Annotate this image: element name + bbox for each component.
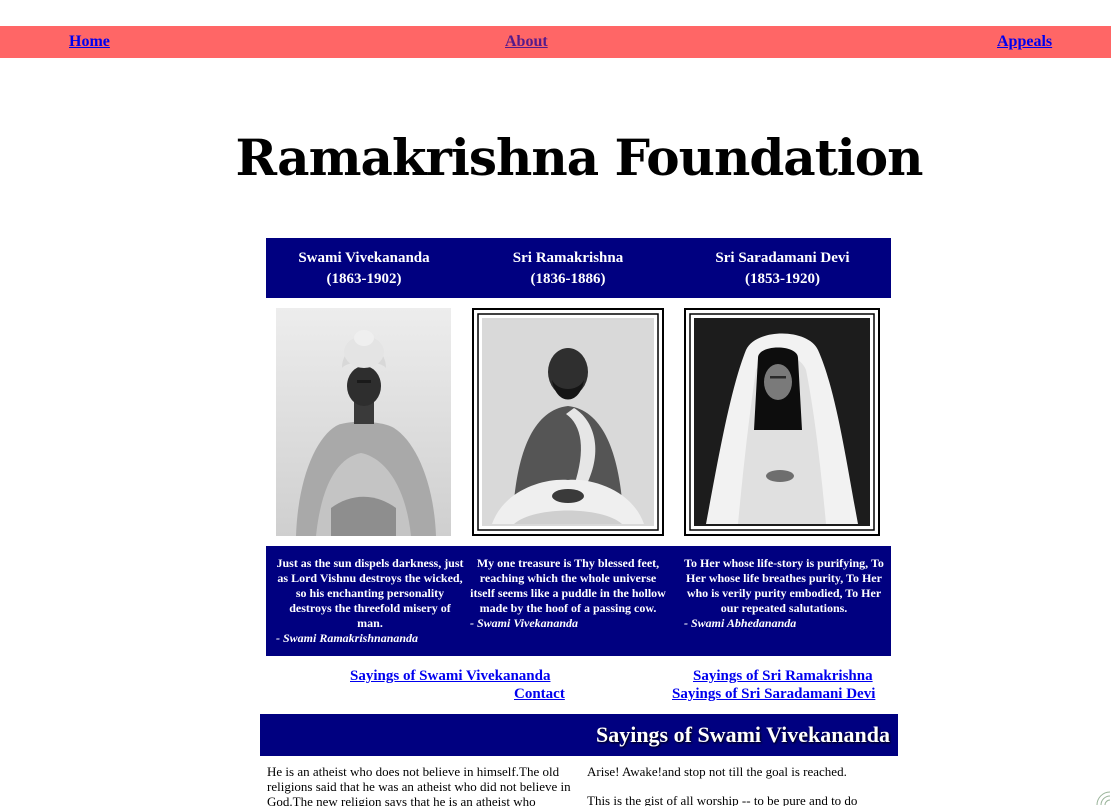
figure-name-ramakrishna: Sri Ramakrishna (1836-1886)	[468, 248, 668, 290]
figure-years: (1853-1920)	[745, 271, 820, 287]
quote-text: My one treasure is Thy blessed feet, rea…	[470, 556, 666, 615]
saradamani-devi-portrait-image	[684, 308, 880, 536]
link-sayings-ramakrishna[interactable]: Sayings of Sri Ramakrishna	[693, 667, 873, 685]
vivekananda-portrait-image	[276, 308, 451, 536]
site-title: Ramakrishna Foundation	[235, 128, 923, 187]
quote-text: To Her whose life-story is purifying, To…	[684, 556, 884, 615]
quote-ramakrishna: My one treasure is Thy blessed feet, rea…	[470, 556, 666, 631]
quote-text: Just as the sun dispels darkness, just a…	[276, 556, 464, 630]
saradamani-devi-portrait-icon	[686, 310, 878, 534]
nav-link-home[interactable]: Home	[69, 33, 110, 51]
sayings-section-heading: Sayings of Swami Vivekananda	[595, 722, 890, 747]
figure-years: (1863-1902)	[326, 271, 402, 287]
link-contact[interactable]: Contact	[514, 685, 565, 703]
saying-paragraph: This is the gist of all worship -- to be…	[587, 793, 858, 806]
figure-name-saradamani-devi: Sri Saradamani Devi (1853-1920)	[681, 248, 884, 290]
nav-link-appeals[interactable]: Appeals	[997, 33, 1052, 51]
nav-link-about[interactable]: About	[505, 33, 548, 51]
resize-grip-icon[interactable]	[1093, 788, 1111, 806]
sayings-section-header: Sayings of Swami Vivekananda	[260, 714, 898, 756]
quote-attribution: - Swami Abhedananda	[684, 616, 797, 630]
vivekananda-portrait-icon	[276, 308, 451, 536]
figures-names-band: Swami Vivekananda (1863-1902) Sri Ramakr…	[266, 238, 891, 298]
ramakrishna-portrait-image	[472, 308, 664, 536]
figure-name: Swami Vivekananda	[298, 250, 430, 266]
ramakrishna-portrait-icon	[474, 310, 662, 534]
figure-name-vivekananda: Swami Vivekananda (1863-1902)	[266, 248, 462, 290]
figure-name: Sri Saradamani Devi	[715, 250, 850, 266]
quotes-band: Just as the sun dispels darkness, just a…	[266, 546, 891, 656]
figure-years: (1836-1886)	[530, 271, 606, 287]
quote-vivekananda: Just as the sun dispels darkness, just a…	[276, 556, 464, 646]
link-sayings-vivekananda[interactable]: Sayings of Swami Vivekananda	[350, 667, 550, 685]
saying-paragraph: Arise! Awake!and stop not till the goal …	[587, 764, 847, 779]
saying-paragraph: He is an atheist who does not believe in…	[267, 764, 571, 806]
figure-name: Sri Ramakrishna	[512, 250, 624, 266]
quote-attribution: - Swami Vivekananda	[470, 616, 579, 630]
quote-attribution: - Swami Ramakrishnananda	[276, 631, 419, 645]
quote-saradamani-devi: To Her whose life-story is purifying, To…	[684, 556, 884, 631]
link-sayings-saradamani-devi[interactable]: Sayings of Sri Saradamani Devi	[672, 685, 875, 703]
top-nav-bar: Home About Appeals	[0, 26, 1111, 58]
